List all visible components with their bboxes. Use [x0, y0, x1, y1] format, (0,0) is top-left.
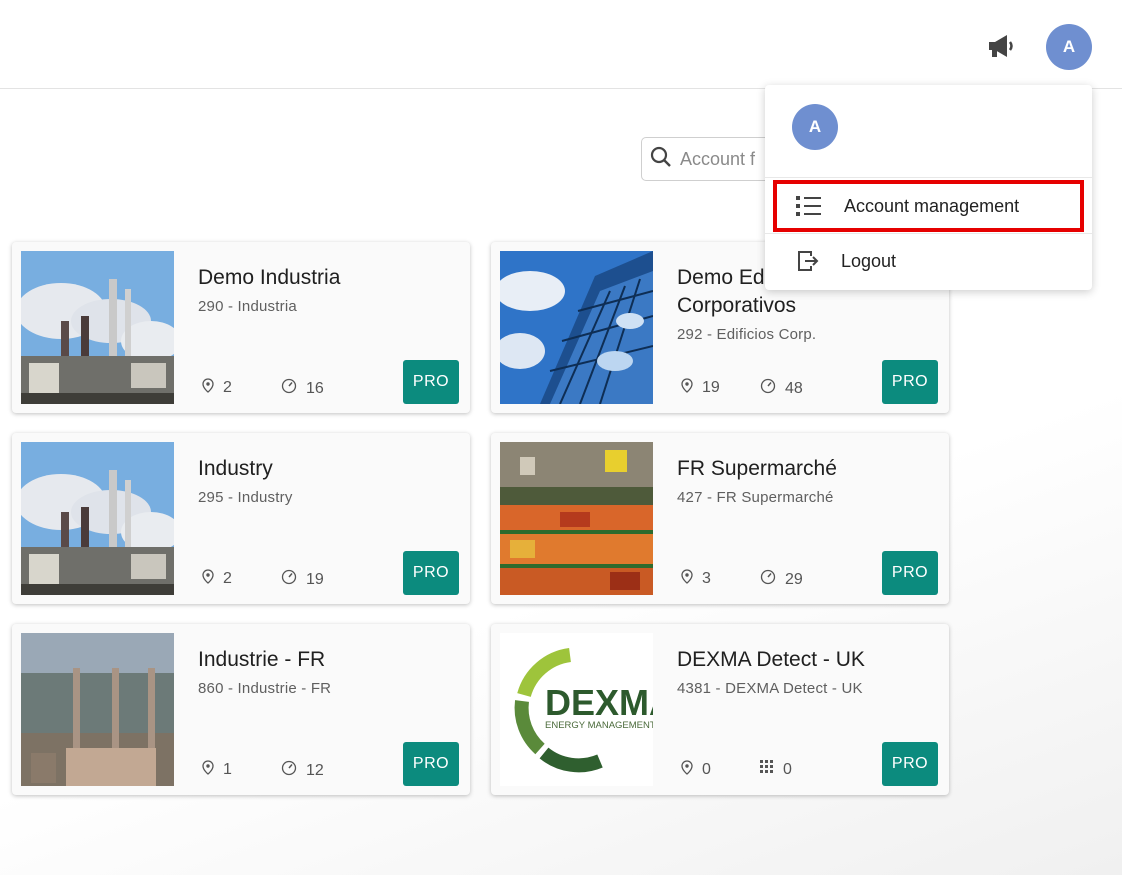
- locations-stat: 1: [202, 760, 232, 780]
- locations-count: 1: [223, 761, 232, 778]
- meters-count: 29: [785, 570, 803, 588]
- supermarket-produce-image: [500, 442, 653, 595]
- account-management-menu-item[interactable]: Account management: [773, 180, 1084, 232]
- account-title: Industrie - FR: [198, 648, 326, 671]
- locations-stat: 2: [202, 569, 232, 589]
- meters-count: 12: [306, 761, 324, 779]
- locations-count: 19: [702, 379, 720, 396]
- user-avatar-button[interactable]: A: [1046, 24, 1092, 70]
- account-subtitle: 295 - Industry: [198, 489, 293, 506]
- avatar-initial: A: [808, 117, 822, 136]
- logout-label: Logout: [841, 250, 897, 271]
- logo-name: DEXMA: [545, 682, 653, 723]
- locations-stat: 0: [681, 760, 711, 780]
- menu-avatar: A: [792, 104, 838, 150]
- meters-stat: 19: [281, 569, 324, 590]
- meters-count: 48: [785, 379, 803, 397]
- account-card-industrie-fr[interactable]: Industrie - FR 860 - Industrie - FR 1 12…: [12, 624, 470, 795]
- account-title: Industry: [198, 457, 273, 480]
- location-pin-icon: [681, 378, 693, 398]
- avatar-initial: A: [1062, 37, 1076, 56]
- meters-count: 0: [783, 760, 792, 778]
- gauge-icon: [281, 569, 297, 590]
- factory-image: [21, 251, 174, 404]
- location-pin-icon: [202, 569, 214, 589]
- pro-badge: PRO: [882, 360, 938, 404]
- account-card-industry[interactable]: Industry 295 - Industry 2 19 PRO: [12, 433, 470, 604]
- location-pin-icon: [202, 760, 214, 780]
- locations-stat: 19: [681, 378, 720, 398]
- account-management-label: Account management: [844, 195, 1020, 216]
- account-subtitle: 860 - Industrie - FR: [198, 680, 332, 697]
- top-bar: A: [0, 0, 1122, 89]
- dexma-logo: DEXMA ENERGY MANAGEMENT: [500, 633, 653, 786]
- pro-badge: PRO: [403, 551, 459, 595]
- account-subtitle: 4381 - DEXMA Detect - UK: [677, 680, 863, 697]
- factory-image: [21, 442, 174, 595]
- location-pin-icon: [681, 760, 693, 780]
- user-dropdown-menu: A Account management Logout: [765, 85, 1092, 290]
- pro-badge: PRO: [403, 742, 459, 786]
- account-subtitle: 427 - FR Supermarché: [677, 489, 834, 506]
- account-card-dexma-detect-uk[interactable]: DEXMA ENERGY MANAGEMENT DEXMA Detect - U…: [491, 624, 949, 795]
- menu-divider: [765, 233, 1092, 234]
- locations-stat: 2: [202, 378, 232, 398]
- meters-stat: 12: [281, 760, 324, 781]
- logout-menu-item[interactable]: Logout: [773, 235, 1084, 287]
- pro-badge: PRO: [882, 742, 938, 786]
- gauge-icon: [281, 378, 297, 399]
- meters-count: 16: [306, 379, 324, 397]
- pro-badge: PRO: [403, 360, 459, 404]
- location-pin-icon: [202, 378, 214, 398]
- locations-count: 2: [223, 379, 232, 396]
- account-subtitle: 290 - Industria: [198, 298, 297, 315]
- locations-stat: 3: [681, 569, 711, 589]
- logo-tagline: ENERGY MANAGEMENT: [545, 720, 653, 731]
- list-icon: [794, 191, 824, 221]
- locations-count: 2: [223, 570, 232, 587]
- meters-stat: 48: [760, 378, 803, 399]
- logout-icon: [793, 246, 823, 276]
- gauge-icon: [760, 378, 776, 399]
- location-pin-icon: [681, 569, 693, 589]
- account-title: FR Supermarché: [677, 457, 837, 480]
- menu-divider: [765, 177, 1092, 178]
- grid-stat: 0: [760, 760, 792, 779]
- meters-stat: 16: [281, 378, 324, 399]
- meters-stat: 29: [760, 569, 803, 590]
- locations-count: 0: [702, 761, 711, 778]
- gauge-icon: [760, 569, 776, 590]
- account-subtitle: 292 - Edificios Corp.: [677, 326, 817, 343]
- account-card-fr-supermarche[interactable]: FR Supermarché 427 - FR Supermarché 3 29…: [491, 433, 949, 604]
- office-building-image: [500, 251, 653, 404]
- locations-count: 3: [702, 570, 711, 587]
- search-icon: [650, 146, 672, 173]
- account-title: DEXMA Detect - UK: [677, 648, 865, 671]
- account-card-demo-industria[interactable]: Demo Industria 290 - Industria 2 16 PRO: [12, 242, 470, 413]
- grid-icon: [760, 760, 774, 779]
- megaphone-icon[interactable]: [985, 31, 1017, 61]
- account-title: Demo Industria: [198, 266, 341, 289]
- meters-count: 19: [306, 570, 324, 588]
- gauge-icon: [281, 760, 297, 781]
- chimneys-image: [21, 633, 174, 786]
- pro-badge: PRO: [882, 551, 938, 595]
